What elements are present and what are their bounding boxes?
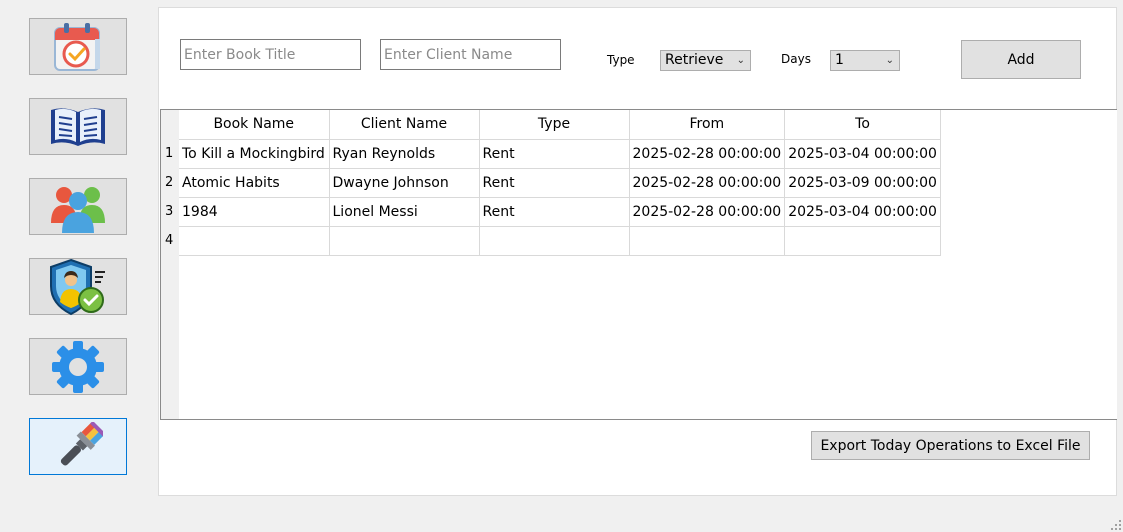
open-book-icon — [51, 107, 105, 146]
cell-type[interactable]: Rent — [479, 139, 630, 169]
gear-icon — [52, 340, 104, 393]
sidebar-item-settings[interactable] — [29, 338, 127, 395]
row-number: 1 — [161, 139, 179, 168]
sidebar-item-clients[interactable] — [29, 178, 127, 235]
type-select[interactable]: Retrieve ⌄ — [660, 50, 751, 71]
cell-from[interactable]: 2025-02-28 00:00:00 — [629, 197, 786, 227]
column-header-from[interactable]: From — [629, 110, 786, 140]
cell-to[interactable]: 2025-03-04 00:00:00 — [784, 139, 941, 169]
row-number: 3 — [161, 197, 179, 226]
sidebar-item-employees[interactable] — [29, 258, 127, 315]
export-excel-button[interactable]: Export Today Operations to Excel File — [811, 431, 1090, 460]
table-header-row: Book Name Client Name Type From To — [161, 110, 941, 140]
resize-grip-icon[interactable] — [1111, 520, 1121, 530]
table-row[interactable]: 1 To Kill a Mockingbird Ryan Reynolds Re… — [161, 139, 941, 169]
column-header-book-name[interactable]: Book Name — [179, 110, 330, 140]
table-row[interactable]: 2 Atomic Habits Dwayne Johnson Rent 2025… — [161, 168, 941, 198]
paint-brush-icon — [60, 421, 103, 466]
cell-client-name[interactable]: Dwayne Johnson — [329, 168, 480, 198]
cell-to[interactable]: 2025-03-04 00:00:00 — [784, 197, 941, 227]
client-name-input[interactable] — [380, 39, 561, 70]
cell-from[interactable]: 2025-02-28 00:00:00 — [629, 168, 786, 198]
cell-to[interactable]: 2025-03-09 00:00:00 — [784, 168, 941, 198]
main-panel: Type Retrieve ⌄ Days 1 ⌄ Add Book Name C… — [158, 7, 1117, 496]
verified-user-shield-icon — [50, 258, 105, 315]
row-number: 4 — [161, 226, 179, 255]
days-select-value: 1 — [835, 52, 844, 68]
book-title-input[interactable] — [180, 39, 361, 70]
operations-table: Book Name Client Name Type From To 1 To … — [161, 110, 941, 256]
type-select-value: Retrieve — [665, 52, 724, 68]
cell-book-name[interactable]: To Kill a Mockingbird — [179, 139, 330, 169]
type-label: Type — [607, 53, 635, 67]
cell-to[interactable] — [784, 226, 941, 256]
table-row-new[interactable]: 4 — [161, 226, 941, 256]
cell-client-name[interactable]: Lionel Messi — [329, 197, 480, 227]
column-header-client-name[interactable]: Client Name — [329, 110, 480, 140]
row-number: 2 — [161, 168, 179, 197]
calendar-icon — [54, 22, 100, 71]
cell-type[interactable] — [479, 226, 630, 256]
chevron-down-icon: ⌄ — [736, 55, 745, 66]
sidebar-item-calendar[interactable] — [29, 18, 127, 75]
cell-from[interactable]: 2025-02-28 00:00:00 — [629, 139, 786, 169]
operations-grid[interactable]: Book Name Client Name Type From To 1 To … — [160, 109, 1117, 420]
column-header-type[interactable]: Type — [479, 110, 630, 140]
cell-book-name[interactable] — [179, 226, 330, 256]
cell-type[interactable]: Rent — [479, 197, 630, 227]
users-group-icon — [51, 186, 105, 233]
sidebar-item-books[interactable] — [29, 98, 127, 155]
cell-client-name[interactable] — [329, 226, 480, 256]
add-button[interactable]: Add — [961, 40, 1081, 79]
days-select[interactable]: 1 ⌄ — [830, 50, 900, 71]
cell-book-name[interactable]: 1984 — [179, 197, 330, 227]
days-label: Days — [781, 52, 811, 66]
table-row[interactable]: 3 1984 Lionel Messi Rent 2025-02-28 00:0… — [161, 197, 941, 227]
cell-from[interactable] — [629, 226, 786, 256]
cell-type[interactable]: Rent — [479, 168, 630, 198]
chevron-down-icon: ⌄ — [885, 55, 894, 66]
sidebar-item-theme[interactable] — [29, 418, 127, 475]
cell-client-name[interactable]: Ryan Reynolds — [329, 139, 480, 169]
corner-cell — [161, 110, 179, 139]
column-header-to[interactable]: To — [784, 110, 941, 140]
cell-book-name[interactable]: Atomic Habits — [179, 168, 330, 198]
